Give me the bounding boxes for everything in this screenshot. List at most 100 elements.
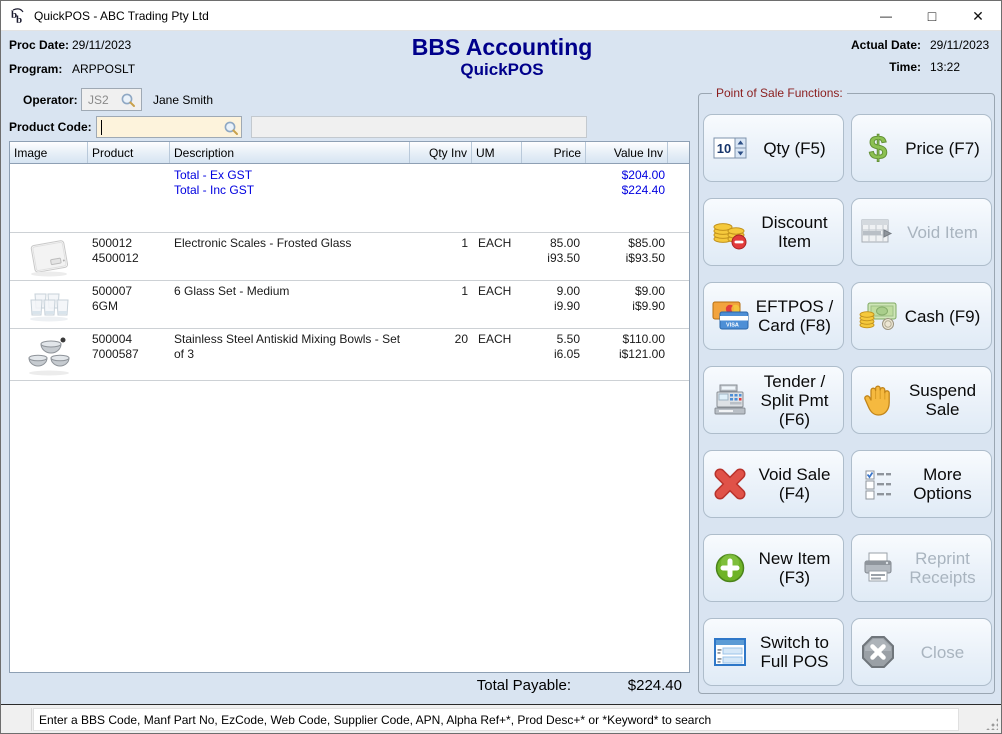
item-description: 6 Glass Set - Medium — [174, 284, 406, 299]
pos-functions-title: Point of Sale Functions: — [712, 86, 847, 100]
item-price-inc: i6.05 — [526, 347, 580, 362]
total-payable-value: $224.40 — [566, 677, 682, 694]
product-image-mixing-bowls — [23, 332, 75, 378]
sale-items-grid[interactable]: Image Product Description Qty Inv UM Pri… — [9, 141, 690, 673]
void-sale-button[interactable]: Void Sale (F4) — [703, 450, 844, 518]
col-header-description[interactable]: Description — [170, 142, 410, 163]
svg-text:10: 10 — [717, 141, 731, 156]
pos-functions-group: Point of Sale Functions: 10 Qty (F5) — [698, 93, 995, 694]
resize-grip[interactable] — [986, 718, 998, 730]
col-header-filler — [668, 142, 689, 163]
title-bar: b b QuickPOS - ABC Trading Pty Ltd — □ ✕ — [1, 1, 1001, 31]
total-ex-gst-label: Total - Ex GST — [174, 168, 406, 183]
col-header-image[interactable]: Image — [10, 142, 88, 163]
credit-cards-icon: VISA — [709, 299, 751, 333]
product-code-label: Product Code: — [9, 120, 92, 134]
item-qty: 20 — [414, 332, 468, 347]
item-value-ex: $110.00 — [590, 332, 665, 347]
product-image-electronic-scales — [23, 236, 75, 278]
operator-input[interactable]: JS2 — [81, 88, 142, 111]
price-button[interactable]: $ Price (F7) — [851, 114, 992, 182]
item-price-ex: 85.00 — [526, 236, 580, 251]
item-um: EACH — [478, 332, 518, 347]
window-form-icon — [709, 636, 751, 668]
new-item-button[interactable]: New Item (F3) — [703, 534, 844, 602]
void-item-button[interactable]: Void Item — [851, 198, 992, 266]
checklist-icon — [857, 467, 899, 501]
discount-item-button[interactable]: Discount Item — [703, 198, 844, 266]
operator-label: Operator: — [23, 93, 78, 107]
discount-coins-icon — [709, 213, 751, 251]
item-price-inc: i9.90 — [526, 299, 580, 314]
col-header-qty-inv[interactable]: Qty Inv — [410, 142, 472, 163]
status-left-segment — [1, 708, 32, 731]
product-code-2: 4500012 — [92, 251, 166, 266]
table-row-electronic-scales[interactable]: 500012 4500012 Electronic Scales - Frost… — [10, 232, 689, 280]
product-code-2: 6GM — [92, 299, 166, 314]
hand-icon — [857, 382, 899, 418]
grid-header: Image Product Description Qty Inv UM Pri… — [10, 142, 689, 164]
product-search-icon[interactable] — [223, 120, 239, 136]
item-um: EACH — [478, 284, 518, 299]
operator-search-icon[interactable] — [120, 92, 136, 108]
app-window: b b QuickPOS - ABC Trading Pty Ltd — □ ✕… — [0, 0, 1002, 734]
col-header-price[interactable]: Price — [522, 142, 586, 163]
item-description: Electronic Scales - Frosted Glass — [174, 236, 406, 251]
app-logo-icon: b b — [9, 7, 27, 25]
col-header-product[interactable]: Product — [88, 142, 170, 163]
item-um: EACH — [478, 236, 518, 251]
item-qty: 1 — [414, 236, 468, 251]
item-value-inc: i$121.00 — [590, 347, 665, 362]
totals-rows: Total - Ex GST Total - Inc GST $204.00 $… — [10, 164, 689, 232]
qty-spinner-icon: 10 — [709, 135, 751, 161]
total-payable-label: Total Payable: — [431, 677, 571, 694]
item-value-ex: $9.00 — [590, 284, 665, 299]
cash-banknote-icon — [857, 300, 899, 332]
main-area: Proc Date: 29/11/2023 Program: ARPPOSLT … — [1, 31, 1001, 706]
item-value-inc: i$9.90 — [590, 299, 665, 314]
cash-button[interactable]: Cash (F9) — [851, 282, 992, 350]
item-value-inc: i$93.50 — [590, 251, 665, 266]
cash-register-icon — [709, 383, 751, 417]
close-pos-button[interactable]: Close — [851, 618, 992, 686]
reprint-receipts-button[interactable]: Reprint Receipts — [851, 534, 992, 602]
product-description-field — [251, 116, 587, 138]
minimize-button[interactable]: — — [863, 1, 909, 31]
close-window-button[interactable]: ✕ — [955, 1, 1001, 31]
tender-split-payment-button[interactable]: Tender / Split Pmt (F6) — [703, 366, 844, 434]
proc-date-label: Proc Date: — [9, 38, 69, 52]
eftpos-card-button[interactable]: VISA EFTPOS / Card (F8) — [703, 282, 844, 350]
text-caret — [101, 120, 102, 135]
item-qty: 1 — [414, 284, 468, 299]
col-header-um[interactable]: UM — [472, 142, 522, 163]
total-inc-gst-label: Total - Inc GST — [174, 183, 406, 198]
switch-to-full-pos-button[interactable]: Switch to Full POS — [703, 618, 844, 686]
item-price-ex: 9.00 — [526, 284, 580, 299]
item-price-ex: 5.50 — [526, 332, 580, 347]
time-value: 13:22 — [921, 60, 991, 74]
more-options-button[interactable]: More Options — [851, 450, 992, 518]
operator-name: Jane Smith — [153, 93, 213, 107]
svg-text:b: b — [16, 14, 22, 25]
product-code-1: 500004 — [92, 332, 166, 347]
item-price-inc: i93.50 — [526, 251, 580, 266]
dollar-icon: $ — [857, 130, 899, 166]
product-code-2: 7000587 — [92, 347, 166, 362]
time-label: Time: — [851, 60, 921, 74]
svg-text:VISA: VISA — [726, 323, 739, 329]
product-code-1: 500007 — [92, 284, 166, 299]
window-title: QuickPOS - ABC Trading Pty Ltd — [34, 9, 209, 23]
suspend-sale-button[interactable]: Suspend Sale — [851, 366, 992, 434]
proc-date-value: 29/11/2023 — [72, 38, 131, 52]
svg-text:$: $ — [869, 130, 887, 166]
table-row-glass-set[interactable]: 500007 6GM 6 Glass Set - Medium 1 EACH 9… — [10, 280, 689, 328]
product-code-input[interactable] — [96, 116, 242, 138]
close-octagon-icon — [857, 634, 899, 670]
actual-date-label: Actual Date: — [851, 38, 921, 52]
status-bar: Enter a BBS Code, Manf Part No, EzCode, … — [1, 704, 1001, 733]
col-header-value-inv[interactable]: Value Inv — [586, 142, 668, 163]
maximize-button[interactable]: □ — [909, 1, 955, 31]
table-row-mixing-bowls[interactable]: 500004 7000587 Stainless Steel Antiskid … — [10, 328, 689, 381]
void-item-grid-icon — [857, 217, 899, 247]
qty-button[interactable]: 10 Qty (F5) — [703, 114, 844, 182]
